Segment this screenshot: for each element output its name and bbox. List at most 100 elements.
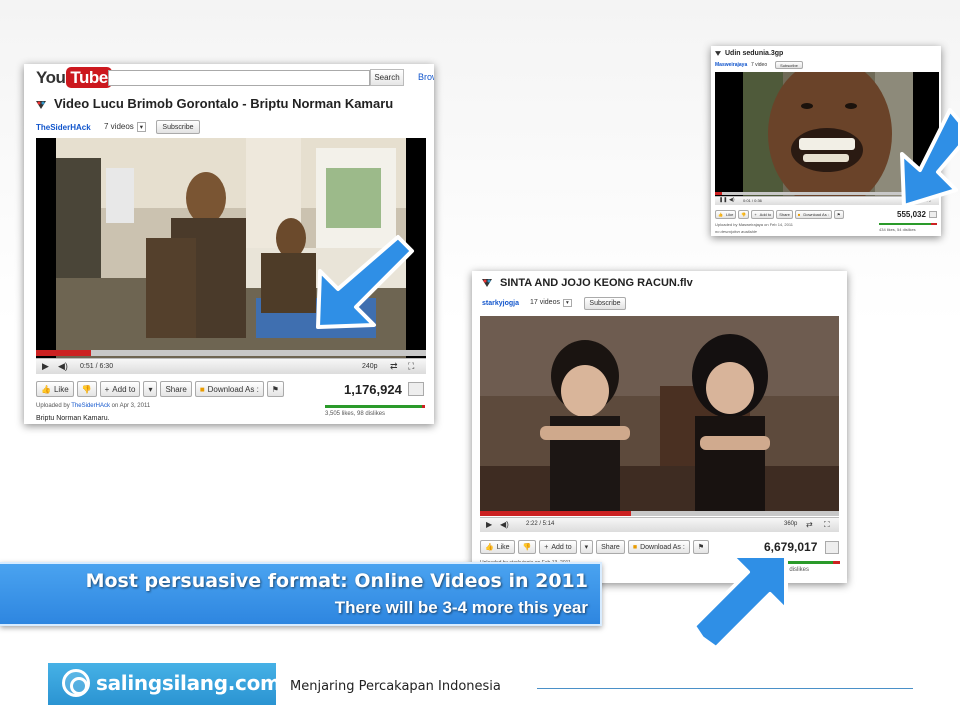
add-to-dropdown[interactable]: ▾ <box>143 381 158 397</box>
download-icon: ■ <box>797 212 801 217</box>
pause-icon[interactable]: ❚❚ <box>719 197 727 203</box>
volume-icon[interactable]: ◀) <box>500 520 509 529</box>
flag-button[interactable]: ⚑ <box>266 381 284 397</box>
volume-icon[interactable]: ◀) <box>58 361 68 372</box>
share-button[interactable]: Share <box>160 381 192 397</box>
video-title-text: Video Lucu Brimob Gorontalo - Briptu Nor… <box>54 96 394 111</box>
share-button[interactable]: Share <box>776 210 793 219</box>
seek-bar-played <box>36 350 91 356</box>
add-to-label: Add to <box>551 543 572 551</box>
chevron-down-icon[interactable]: ▾ <box>562 299 572 307</box>
channel-link[interactable]: TheSiderHAck <box>36 123 91 132</box>
play-icon[interactable]: ▶ <box>486 520 492 529</box>
like-label: Like <box>53 384 69 394</box>
seek-bar[interactable] <box>36 350 426 356</box>
logo-text-you: You <box>36 68 66 87</box>
like-button[interactable]: 👍 Like <box>480 540 515 554</box>
browse-link[interactable]: Brow <box>418 72 434 82</box>
share-button[interactable]: Share <box>596 540 625 554</box>
youtube-logo[interactable]: You Tube <box>36 67 112 88</box>
seek-bar-played <box>480 511 631 516</box>
fullscreen-icon[interactable]: ⛶ <box>408 361 414 372</box>
stats-icon[interactable] <box>825 541 839 554</box>
add-to-button[interactable]: + Add to <box>99 381 141 397</box>
thumbs-up-icon: 👍 <box>41 384 51 394</box>
video-frame-two-girls <box>480 316 839 516</box>
pointer-arrow-icon <box>692 554 788 650</box>
logo-ring-icon <box>62 669 90 697</box>
popout-icon[interactable]: ⇄ <box>806 520 813 529</box>
video-count[interactable]: 17 videos ▾ <box>530 299 572 307</box>
thumbs-down-icon: 👎 <box>741 212 747 217</box>
search-button[interactable]: Search <box>370 69 404 86</box>
dislike-button[interactable]: 👎 <box>738 210 750 219</box>
download-button[interactable]: ■ Download As : <box>194 381 264 397</box>
volume-icon[interactable]: ◀) <box>729 197 735 203</box>
quality-selector[interactable]: 360p <box>784 521 797 527</box>
subscribe-button[interactable]: Subscribe <box>156 120 200 134</box>
chevron-down-icon: ▾ <box>148 384 153 394</box>
caption-banner: Most persuasive format: Online Videos in… <box>0 562 602 626</box>
video-title: SINTA AND JOJO KEONG RACUN.flv <box>482 277 693 289</box>
pointer-arrow-icon <box>316 235 414 329</box>
download-icon: ■ <box>632 543 638 551</box>
like-label: Like <box>725 212 734 217</box>
search-input[interactable] <box>108 70 370 86</box>
likes-dislikes-text: 434 likes, 54 dislikes <box>879 227 916 232</box>
channel-link[interactable]: Masweirajaya <box>715 62 747 68</box>
add-to-dropdown[interactable]: ▾ <box>579 540 594 554</box>
action-buttons: 👍 Like 👎 + Add to ▾ Share ■ Download As : ⚑ <box>36 381 284 397</box>
upload-info: Uploaded by TheSiderHAck on Apr 3, 2011 <box>36 403 150 409</box>
add-to-button[interactable]: + Add to <box>539 540 577 554</box>
channel-link[interactable]: starkyjogja <box>482 300 519 307</box>
video-count-text: 17 videos <box>530 299 560 306</box>
video-title-text: Udin sedunia.3gp <box>725 50 784 57</box>
chevron-down-icon[interactable]: ▾ <box>136 122 147 132</box>
player-controls: ▶ ◀) 0:51 / 6:30 240p ⇄ ⛶ <box>36 358 426 374</box>
like-button[interactable]: 👍 Like <box>715 210 737 219</box>
video-title: Video Lucu Brimob Gorontalo - Briptu Nor… <box>36 96 393 111</box>
rating-bar-likes <box>325 405 422 408</box>
like-button[interactable]: 👍 Like <box>36 381 74 397</box>
video-type-icon <box>36 100 46 109</box>
footer-tagline: Menjaring Percakapan Indonesia <box>290 679 501 694</box>
dislike-button[interactable]: 👎 <box>76 381 97 397</box>
pointer-arrow-icon <box>900 108 960 208</box>
subscribe-button[interactable]: Subscribe <box>775 61 803 69</box>
video-title-text: SINTA AND JOJO KEONG RACUN.flv <box>500 277 693 289</box>
salingsilang-logo[interactable]: salingsilang.com <box>48 663 281 705</box>
video-count-text: 7 videos <box>104 122 134 131</box>
play-icon[interactable]: ▶ <box>42 361 49 372</box>
add-to-label: Add to <box>759 212 772 217</box>
seek-bar[interactable] <box>480 511 839 516</box>
video-count[interactable]: 7 video <box>751 62 767 68</box>
add-to-button[interactable]: + Add to <box>751 210 775 219</box>
flag-button[interactable]: ⚑ <box>833 210 844 219</box>
caption-subline: There will be 3-4 more this year <box>334 598 588 617</box>
plus-icon: + <box>544 543 549 551</box>
upload-suffix: on Apr 3, 2011 <box>111 403 151 409</box>
fullscreen-icon[interactable]: ⛶ <box>824 520 830 530</box>
flag-icon: ⚑ <box>836 212 841 217</box>
video-player[interactable] <box>480 316 839 516</box>
time-display: 0:01 / 0:36 <box>743 198 762 203</box>
flag-icon: ⚑ <box>271 384 279 394</box>
dislike-button[interactable]: 👎 <box>517 540 537 554</box>
upload-prefix: Uploaded by <box>36 403 70 409</box>
thumbs-up-icon: 👍 <box>485 544 494 551</box>
popout-icon[interactable]: ⇄ <box>390 361 398 372</box>
stats-icon[interactable] <box>929 211 937 218</box>
add-to-label: Add to <box>112 384 136 394</box>
download-button[interactable]: ■ Download As : <box>794 210 832 219</box>
video-count[interactable]: 7 videos ▾ <box>104 122 147 132</box>
uploader-link[interactable]: TheSiderHAck <box>71 403 110 409</box>
thumbs-down-icon: 👎 <box>522 544 532 551</box>
download-button[interactable]: ■ Download As : <box>627 540 690 554</box>
quality-selector[interactable]: 240p <box>362 363 378 370</box>
plus-icon: + <box>754 212 757 217</box>
likes-dislikes-text: 3,505 likes, 98 dislikes <box>325 411 386 417</box>
subscribe-button[interactable]: Subscribe <box>584 297 626 310</box>
stats-icon[interactable] <box>408 382 424 396</box>
thumbs-down-icon: 👎 <box>81 384 92 394</box>
footer-divider <box>537 688 913 689</box>
